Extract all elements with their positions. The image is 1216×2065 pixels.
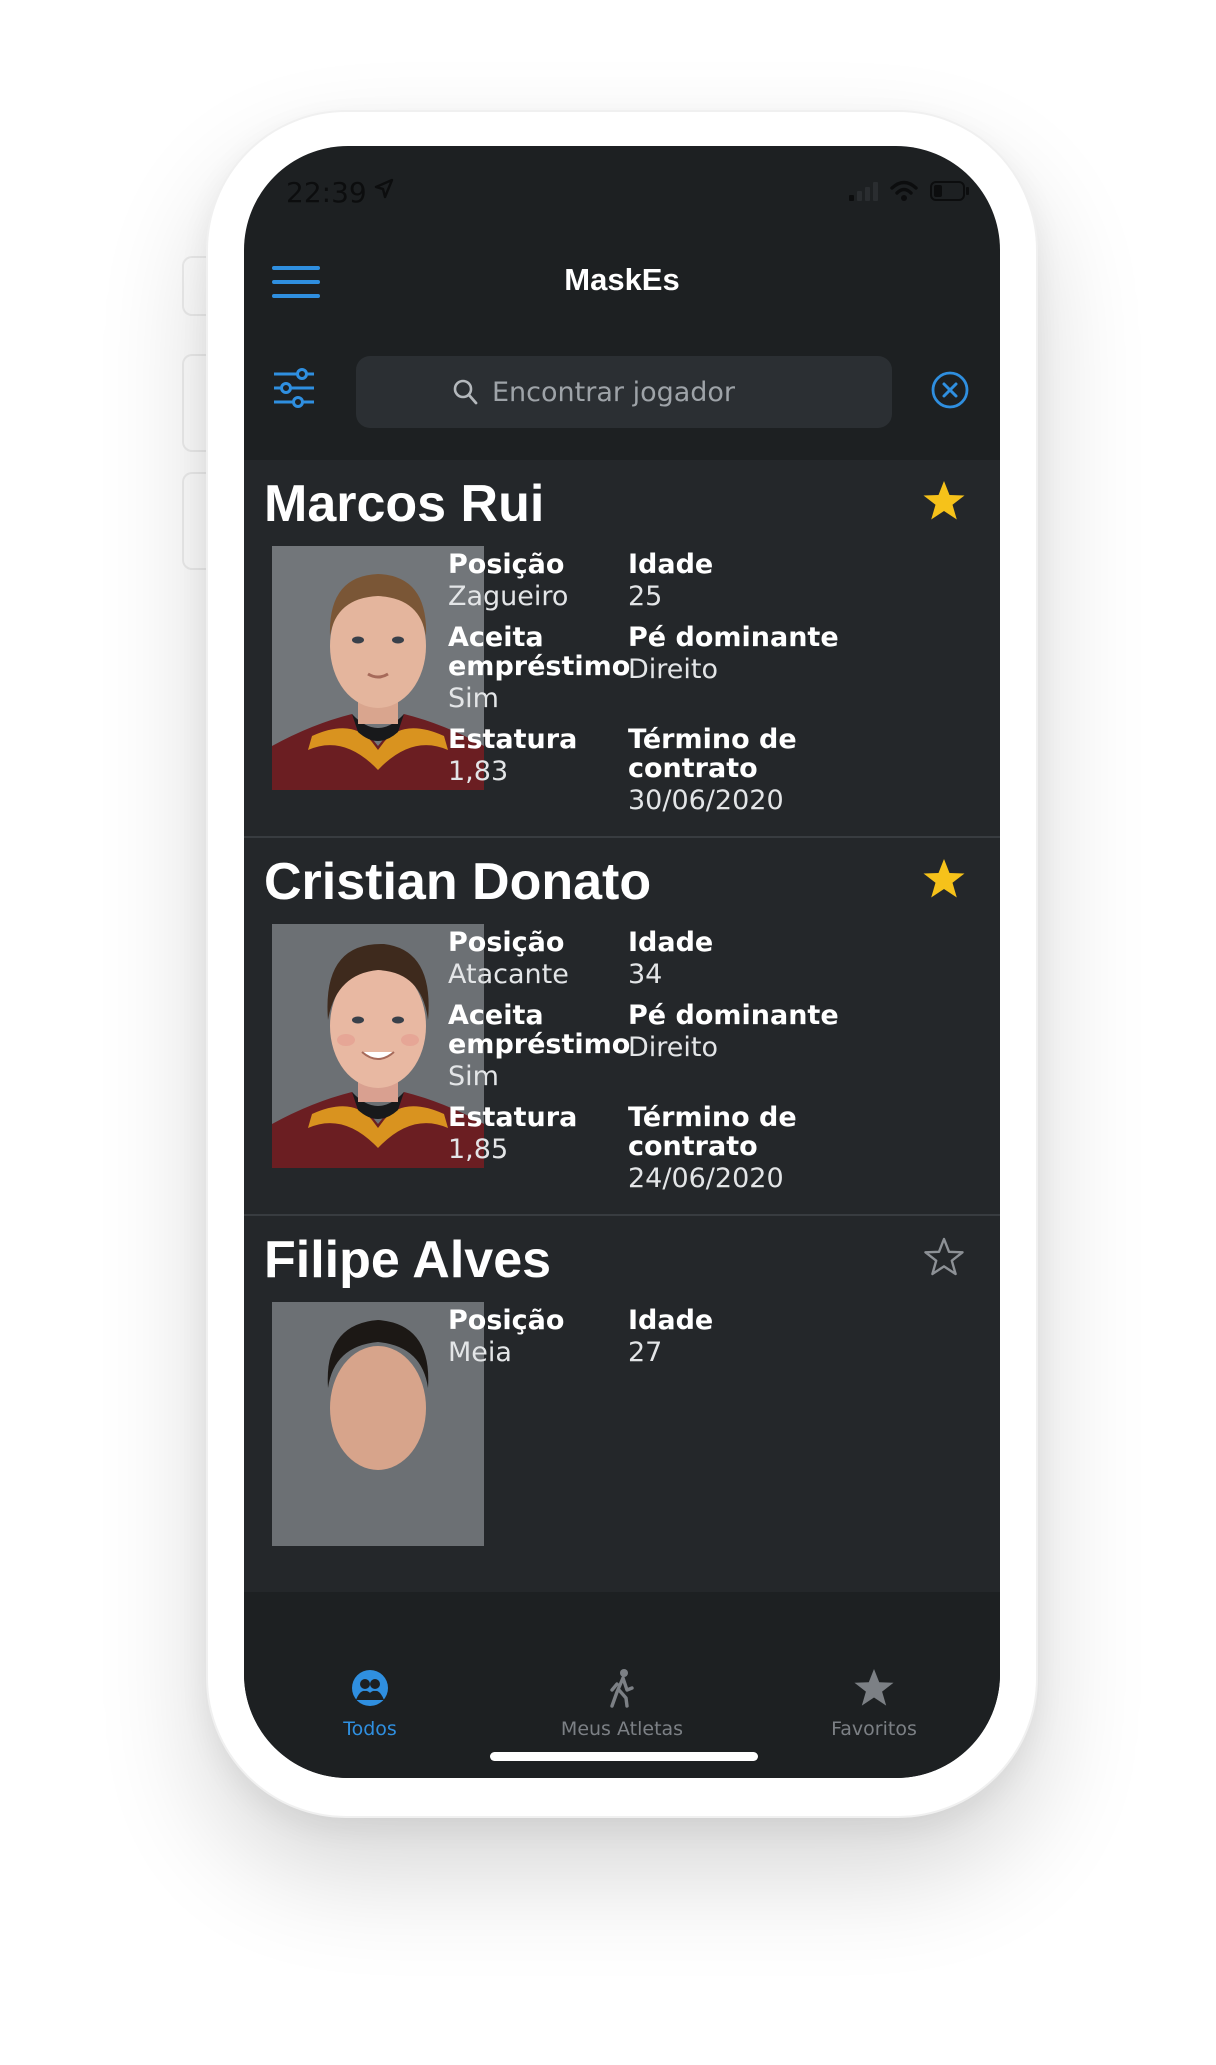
app-header: MaskEs	[244, 236, 1000, 336]
search-box[interactable]	[356, 356, 892, 428]
clear-search-icon[interactable]	[930, 370, 970, 410]
signal-icon	[849, 182, 878, 201]
tab-label: Meus Atletas	[560, 1718, 684, 1740]
loan-value: Sim	[448, 1061, 499, 1092]
loan-value: Sim	[448, 683, 499, 714]
walking-person-icon	[610, 1669, 634, 1708]
search-input[interactable]	[492, 370, 872, 414]
position-value: Zagueiro	[448, 581, 569, 612]
height-value: 1,83	[448, 756, 509, 787]
age-value: 27	[628, 1337, 663, 1368]
contract-value: 24/06/2020	[628, 1163, 784, 1194]
tab-meus-atletas[interactable]: Meus Atletas	[496, 1668, 748, 1740]
foot-value: Direito	[628, 1032, 719, 1063]
status-time: 22:39	[286, 176, 367, 209]
status-bar: 22:39	[244, 146, 1000, 236]
player-name: Cristian Donato	[264, 853, 652, 911]
search-icon	[453, 379, 478, 405]
player-list: Marcos Rui Posição Zagueiro Idade 25 Ace…	[244, 460, 1000, 1640]
player-card[interactable]: Cristian Donato Posição Atacante Idade 3…	[244, 838, 1000, 1216]
app-title: MaskEs	[564, 262, 680, 297]
favorite-star-filled-icon[interactable]	[922, 480, 966, 522]
player-name: Filipe Alves	[264, 1231, 552, 1289]
location-arrow-icon	[374, 178, 394, 199]
phone-screen: 22:39 MaskEs Encontrar jogador Marcos Ru…	[244, 146, 1000, 1778]
position-value: Atacante	[448, 959, 569, 990]
home-indicator	[490, 1752, 758, 1761]
player-card[interactable]: Marcos Rui Posição Zagueiro Idade 25 Ace…	[244, 460, 1000, 838]
position-value: Meia	[448, 1337, 512, 1368]
search-row	[244, 336, 1000, 460]
tab-favoritos[interactable]: Favoritos	[748, 1668, 1000, 1740]
contract-value: 30/06/2020	[628, 785, 784, 816]
tab-label: Favoritos	[831, 1718, 917, 1740]
height-value: 1,85	[448, 1134, 509, 1165]
tab-todos[interactable]: Todos	[244, 1668, 496, 1740]
battery-icon	[930, 181, 969, 201]
player-name: Marcos Rui	[264, 475, 545, 533]
player-card[interactable]: Filipe Alves Posição Meia Idade 27	[244, 1216, 1000, 1592]
age-value: 25	[628, 581, 663, 612]
favorite-star-outline-icon[interactable]	[922, 1236, 966, 1278]
wifi-icon	[890, 180, 918, 201]
age-value: 34	[628, 959, 663, 990]
favorite-star-filled-icon[interactable]	[922, 858, 966, 900]
star-icon	[854, 1668, 894, 1706]
foot-value: Direito	[628, 654, 719, 685]
filter-sliders-icon[interactable]	[272, 368, 316, 408]
tab-label: Todos	[343, 1718, 397, 1740]
group-icon	[352, 1670, 388, 1706]
